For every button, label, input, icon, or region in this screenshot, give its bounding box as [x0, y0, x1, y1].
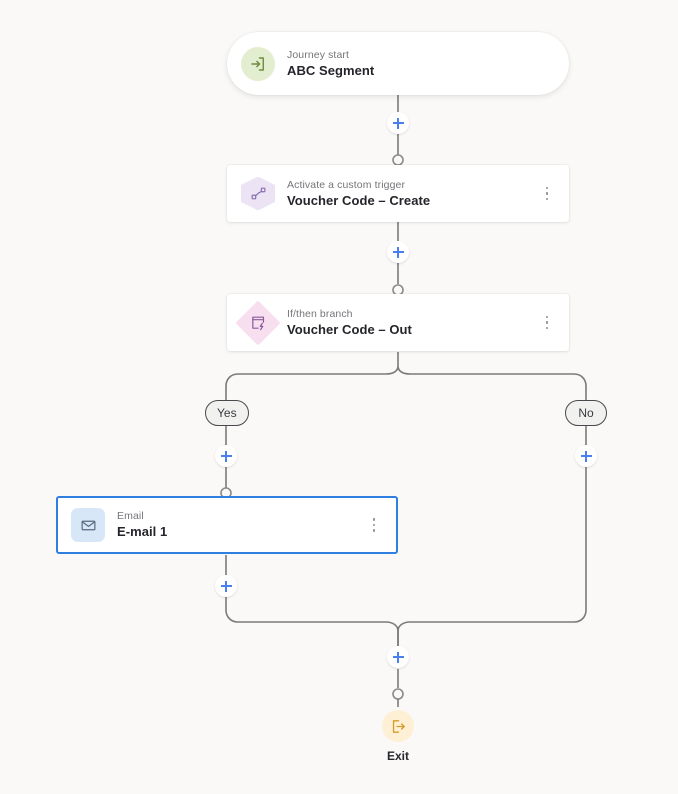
branch-label-yes[interactable]: Yes: [205, 400, 249, 426]
kebab-dot: [372, 518, 376, 521]
node-journey-start[interactable]: Journey start ABC Segment: [227, 32, 569, 95]
kebab-dot: [545, 315, 549, 319]
node-custom-trigger[interactable]: Activate a custom trigger Voucher Code –…: [227, 165, 569, 222]
add-step-after-trigger-button[interactable]: [387, 241, 409, 263]
wire-no-to-merge: [397, 426, 587, 646]
wire-branch-fork: [225, 352, 587, 400]
node-exit[interactable]: Exit: [382, 710, 414, 763]
branch-label-yes-text: Yes: [217, 406, 237, 420]
journey-start-icon-wrap: [241, 46, 275, 81]
kebab-dot: [545, 192, 549, 195]
if-then-branch-text: If/then branch Voucher Code – Out: [287, 308, 535, 338]
if-then-branch-icon: [251, 316, 264, 331]
add-step-after-start-button[interactable]: [387, 112, 409, 134]
port-trigger-in: [392, 154, 404, 166]
email-menu-button[interactable]: [362, 510, 386, 540]
email-icon-wrap: [71, 508, 105, 542]
kebab-dot: [545, 186, 549, 190]
kebab-dot: [545, 197, 549, 201]
envelope-icon: [81, 520, 95, 530]
if-then-branch-subtitle: If/then branch: [287, 307, 353, 320]
if-then-branch-menu-button[interactable]: [535, 308, 559, 338]
if-then-branch-title: Voucher Code – Out: [287, 321, 412, 337]
sign-in-icon: [251, 56, 264, 71]
branch-label-no-text: No: [578, 406, 594, 420]
add-step-after-email-button[interactable]: [215, 575, 237, 597]
node-if-then-branch[interactable]: If/then branch Voucher Code – Out: [227, 294, 569, 351]
journey-start-subtitle: Journey start: [287, 48, 349, 61]
email-subtitle: Email: [117, 510, 144, 522]
journey-canvas: Journey start ABC Segment Activate a cus…: [0, 0, 678, 794]
custom-trigger-icon-wrap: [241, 176, 275, 211]
branch-label-no[interactable]: No: [565, 400, 607, 426]
add-step-no-branch-button[interactable]: [575, 445, 597, 467]
port-exit-in: [392, 688, 404, 700]
custom-trigger-text: Activate a custom trigger Voucher Code –…: [287, 179, 535, 209]
custom-trigger-icon: [251, 187, 265, 200]
node-email-1[interactable]: Email E-mail 1: [56, 496, 398, 554]
kebab-dot: [372, 529, 376, 532]
journey-start-title: ABC Segment: [287, 62, 375, 78]
kebab-dot: [545, 321, 549, 324]
custom-trigger-subtitle: Activate a custom trigger: [287, 178, 406, 191]
connector-layer: [220, 95, 587, 707]
email-text: Email E-mail 1: [117, 510, 362, 540]
if-then-branch-icon-wrap: [235, 299, 281, 346]
sign-out-icon: [392, 719, 405, 733]
exit-label: Exit: [386, 749, 409, 763]
wire-email-to-merge: [225, 555, 399, 646]
journey-start-text: Journey start ABC Segment: [287, 49, 569, 79]
kebab-dot: [545, 326, 549, 330]
email-title: E-mail 1: [117, 524, 168, 539]
add-step-before-exit-button[interactable]: [387, 646, 409, 668]
custom-trigger-menu-button[interactable]: [535, 179, 559, 209]
custom-trigger-title: Voucher Code – Create: [287, 192, 431, 208]
kebab-dot: [372, 523, 376, 527]
exit-icon-wrap: [382, 710, 414, 742]
add-step-yes-branch-button[interactable]: [215, 445, 237, 467]
